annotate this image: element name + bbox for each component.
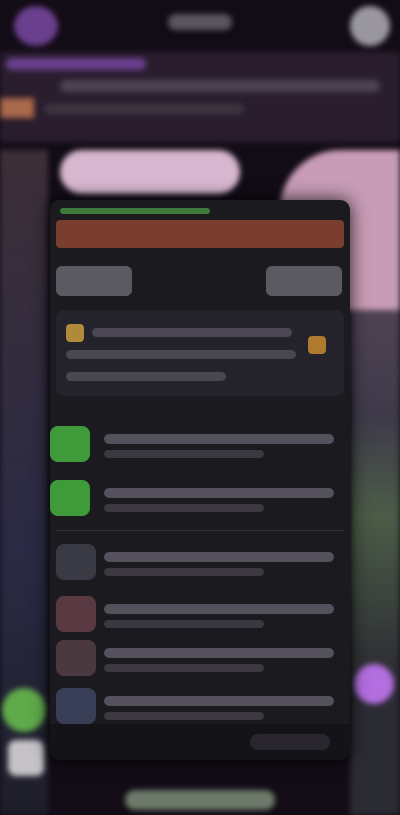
list-item[interactable] (50, 476, 350, 520)
grid-icon[interactable] (8, 740, 44, 776)
background-pill (60, 150, 240, 194)
sheet-headline (56, 220, 344, 248)
check-icon (50, 480, 90, 516)
list-item[interactable] (50, 592, 350, 636)
list-item[interactable] (50, 540, 350, 584)
flag-icon (0, 98, 34, 118)
sheet-right-button[interactable] (266, 266, 342, 296)
footer-action[interactable] (250, 734, 330, 750)
item-icon (56, 596, 96, 632)
banner-subtitle (60, 80, 380, 92)
row-subtitle (104, 568, 264, 576)
item-icon (56, 688, 96, 724)
list-item[interactable] (50, 422, 350, 466)
banner-caption (44, 104, 244, 114)
row-title (104, 488, 334, 498)
star-icon (308, 336, 326, 354)
row-subtitle (104, 712, 264, 720)
item-icon (56, 544, 96, 580)
card-line (66, 350, 296, 359)
menu-icon[interactable] (350, 6, 390, 46)
warning-icon (66, 324, 84, 342)
list-item[interactable] (50, 636, 350, 680)
sheet-footer (50, 724, 350, 760)
card-line (66, 372, 226, 381)
row-title (104, 552, 334, 562)
row-title (104, 648, 334, 658)
banner-title (6, 58, 146, 70)
avatar[interactable] (14, 6, 58, 46)
popup-sheet (50, 200, 350, 760)
card-line (92, 328, 292, 337)
row-subtitle (104, 664, 264, 672)
check-icon (50, 426, 90, 462)
sheet-accent-bar (60, 208, 210, 214)
item-icon (56, 640, 96, 676)
row-title (104, 696, 334, 706)
row-subtitle (104, 620, 264, 628)
row-title (104, 434, 334, 444)
home-indicator (125, 790, 275, 810)
list-item[interactable] (50, 684, 350, 728)
row-subtitle (104, 504, 264, 512)
info-card[interactable] (56, 310, 344, 396)
sheet-left-button[interactable] (56, 266, 132, 296)
app-title (168, 14, 232, 30)
plus-icon[interactable] (354, 664, 394, 704)
divider (56, 530, 344, 531)
row-title (104, 604, 334, 614)
top-bar (0, 0, 400, 48)
row-subtitle (104, 450, 264, 458)
chat-icon[interactable] (2, 688, 46, 732)
